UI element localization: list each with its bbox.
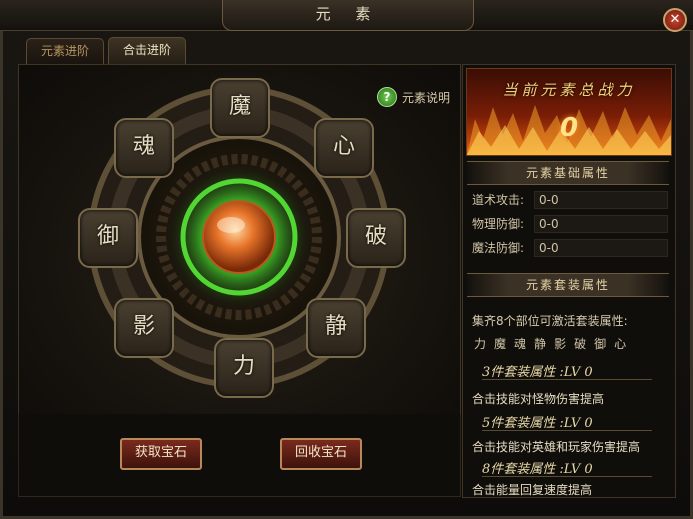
action-panel	[18, 414, 461, 497]
segment-hun[interactable]: 魂	[114, 118, 174, 178]
segment-xin[interactable]: 心	[314, 118, 374, 178]
attr-value: 0-0	[534, 191, 668, 209]
segment-jing[interactable]: 静	[306, 298, 366, 358]
set-element: 力	[474, 337, 487, 351]
attr-row-magic-def: 魔法防御: 0-0	[470, 238, 668, 258]
get-gem-button[interactable]: 获取宝石	[120, 438, 202, 470]
attr-value: 0-0	[534, 239, 668, 257]
total-power-value: 0	[559, 113, 579, 143]
total-power-title: 当前元素总战力	[502, 81, 636, 99]
segment-ying[interactable]: 影	[114, 298, 174, 358]
set-tier-3-level: 3件套装属性 :LV 0	[482, 361, 652, 380]
tab-element-advance[interactable]: 元素进阶	[26, 38, 104, 64]
set-element: 御	[594, 337, 607, 351]
total-power-banner: 当前元素总战力 0	[466, 68, 672, 156]
gem-highlight	[217, 217, 245, 233]
window-title: 元 素	[222, 0, 474, 31]
set-tier-5-level: 5件套装属性 :LV 0	[482, 412, 652, 431]
set-element: 影	[554, 337, 567, 351]
set-intro: 集齐8个部位可激活套装属性:	[472, 314, 628, 328]
set-element: 心	[614, 337, 627, 351]
segment-li[interactable]: 力	[214, 338, 274, 398]
attr-value: 0-0	[534, 215, 668, 233]
set-tier-8-level: 8件套装属性 :LV 0	[482, 458, 652, 477]
set-element: 魂	[514, 337, 527, 351]
segment-mo[interactable]: 魔	[210, 78, 270, 138]
segment-po[interactable]: 破	[346, 208, 406, 268]
element-help[interactable]: ? 元素说明	[377, 87, 450, 107]
help-icon[interactable]: ?	[377, 87, 397, 107]
attr-row-dao-attack: 道术攻击: 0-0	[470, 190, 668, 210]
set-element-list: 力 魔 魂 静 影 破 御 心	[474, 335, 626, 352]
attr-row-phys-def: 物理防御: 0-0	[470, 214, 668, 234]
basic-attributes-header: 元素基础属性	[467, 161, 669, 185]
segment-yu[interactable]: 御	[78, 208, 138, 268]
attr-label: 物理防御:	[472, 217, 525, 231]
set-element: 静	[534, 337, 547, 351]
set-tier-5-desc: 合击技能对英雄和玩家伤害提高	[472, 440, 641, 454]
attr-label: 魔法防御:	[472, 241, 525, 255]
set-element: 魔	[494, 337, 507, 351]
set-attributes-header: 元素套装属性	[467, 273, 669, 297]
set-tier-3-desc: 合击技能对怪物伤害提高	[472, 392, 605, 406]
set-element: 破	[574, 337, 587, 351]
recycle-gem-button[interactable]: 回收宝石	[280, 438, 362, 470]
close-button[interactable]: ✕	[663, 8, 687, 32]
element-gem	[202, 200, 276, 274]
tab-combo-advance[interactable]: 合击进阶	[108, 37, 186, 65]
set-tier-8-desc: 合击能量回复速度提高	[472, 483, 593, 497]
attr-label: 道术攻击:	[472, 193, 525, 207]
help-label[interactable]: 元素说明	[402, 89, 450, 106]
